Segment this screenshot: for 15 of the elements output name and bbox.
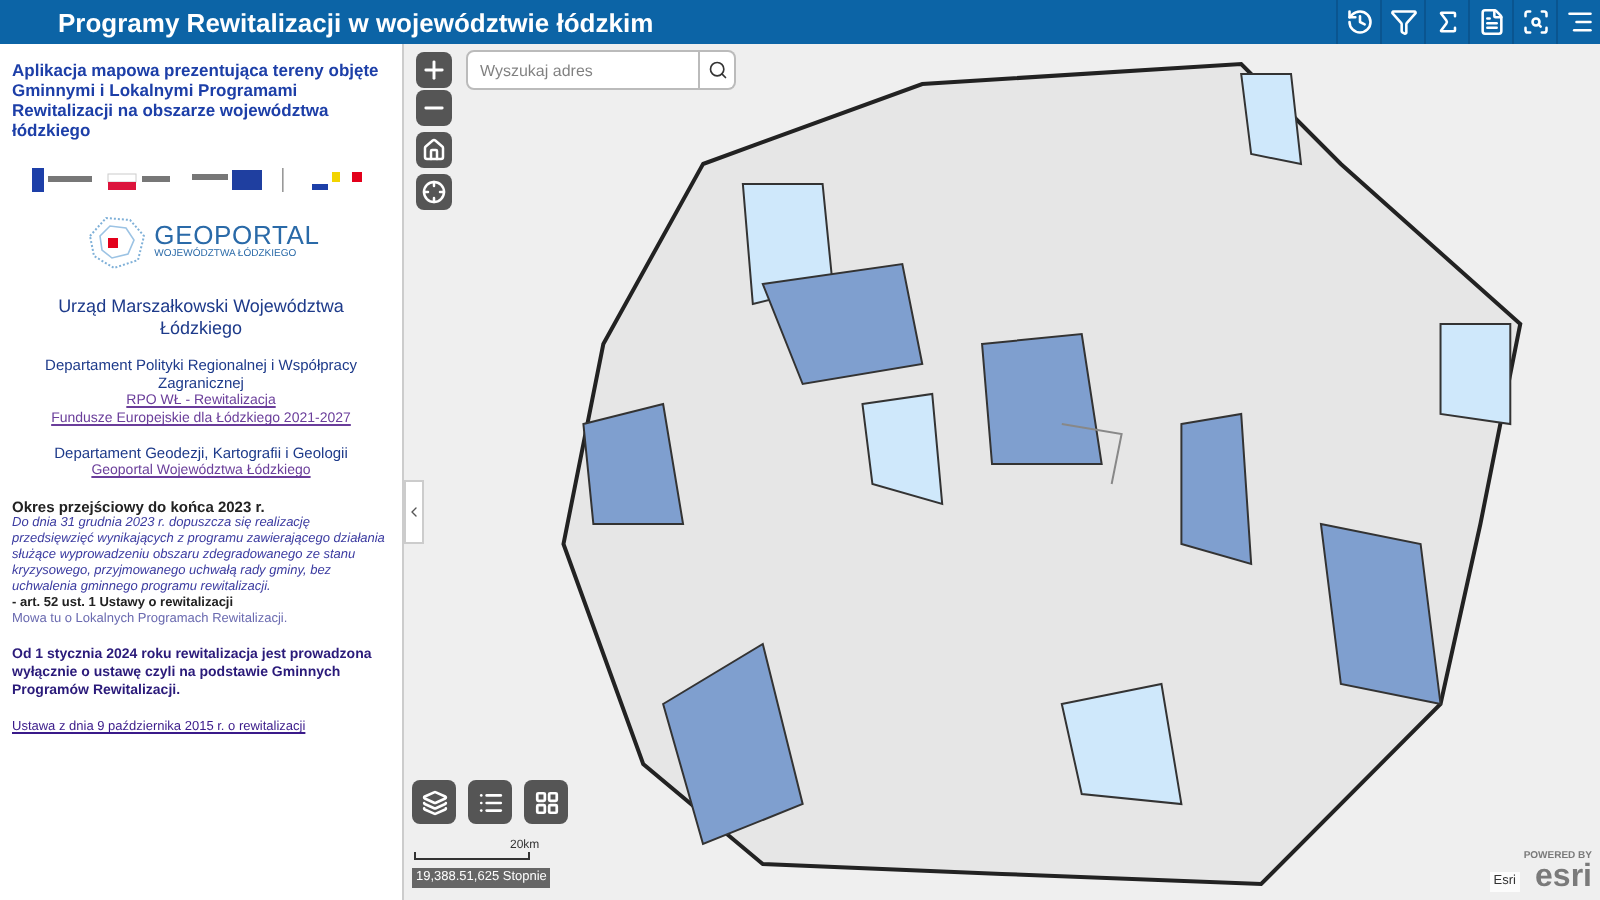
search-field[interactable]: Wyszukaj adres: [466, 50, 700, 90]
scale-bar: [414, 852, 530, 860]
search-icon[interactable]: [700, 50, 736, 90]
office-name: Urząd Marszałkowski Województwa Łódzkiego: [56, 296, 346, 340]
geoportal-logo-name: GEOPORTAL: [154, 222, 320, 248]
legend-icon[interactable]: [468, 780, 512, 824]
basemap-grid-icon[interactable]: [524, 780, 568, 824]
layers-icon[interactable]: [412, 780, 456, 824]
app-title: Programy Rewitalizacji w województwie łódzkim: [58, 9, 654, 35]
zoom-in-icon[interactable]: [416, 52, 452, 88]
zoom-out-icon[interactable]: [416, 90, 452, 126]
home-icon[interactable]: [416, 132, 452, 168]
collapse-panel-handle[interactable]: [404, 480, 424, 544]
locate-icon[interactable]: [416, 174, 452, 210]
intro-text: Aplikacja mapowa prezentująca tereny objęte Gminnymi i Lokalnymi Programami Rewitalizacji na obszarze województwa łódzkiego: [12, 60, 381, 140]
